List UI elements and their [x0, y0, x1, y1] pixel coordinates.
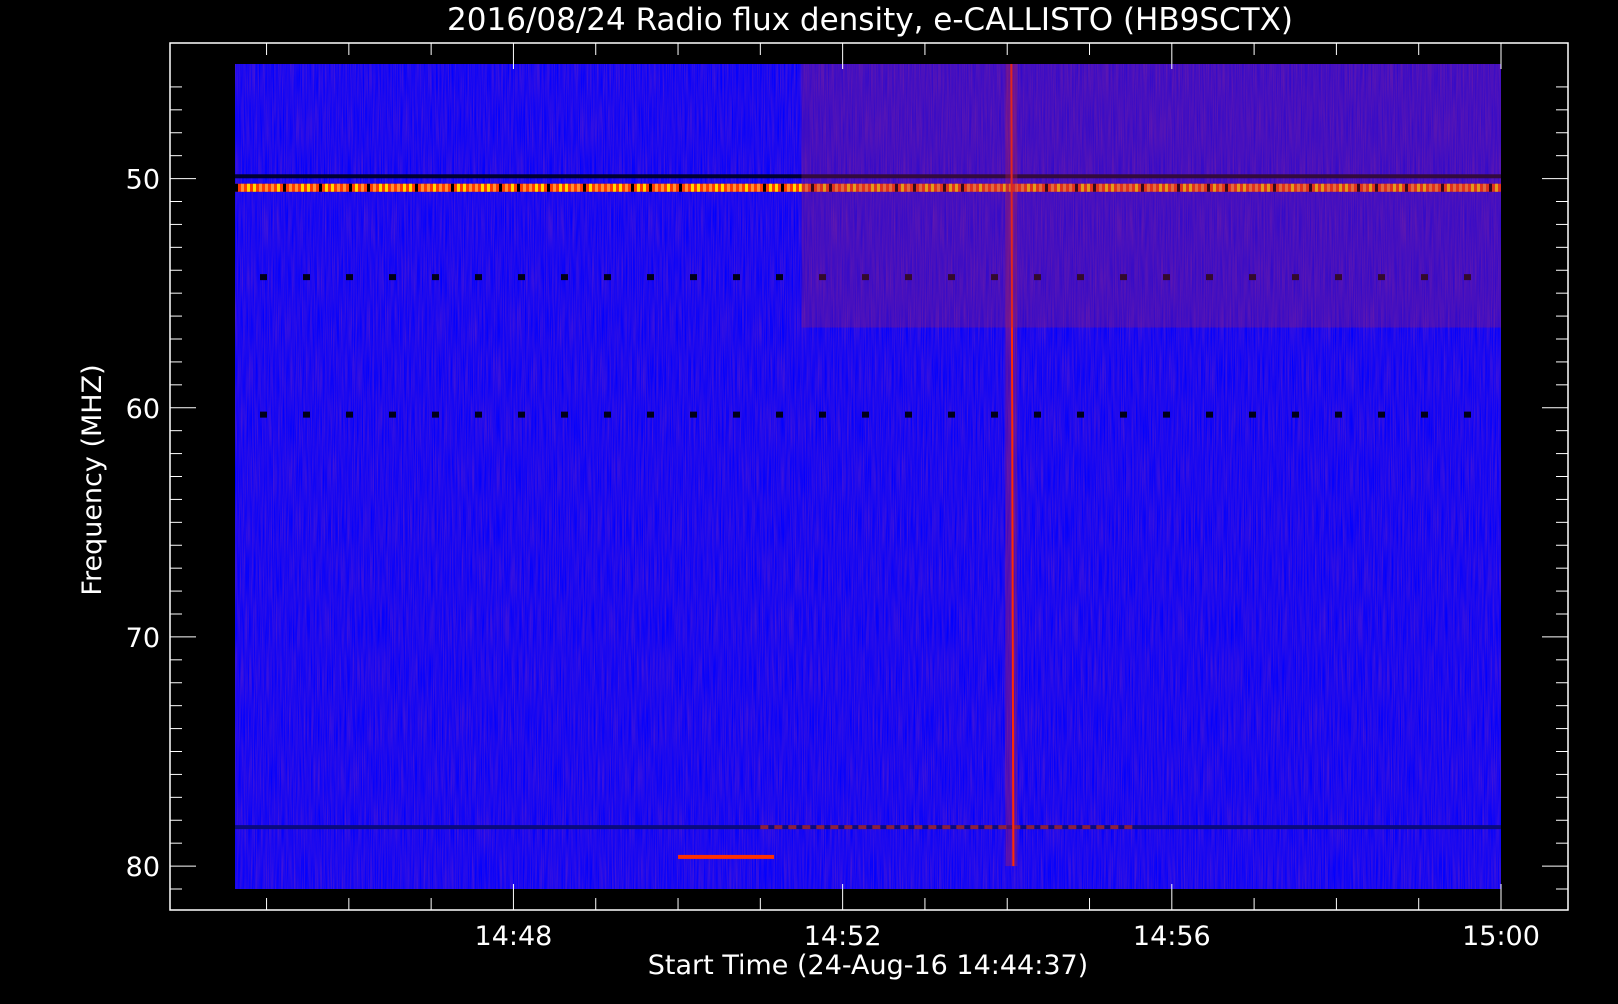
y-tick-label: 70 — [126, 623, 160, 654]
x-tick-label: 14:48 — [475, 921, 553, 952]
y-tick-label: 80 — [126, 852, 160, 883]
feature-short-segment-6 — [678, 854, 775, 859]
y-tick-label: 60 — [126, 394, 160, 425]
spectrogram-chart: 50 60 70 80 14:48 14:52 14:56 15:00 2016/08/24 … — [0, 0, 1618, 1000]
y-tick-label: 50 — [126, 165, 160, 196]
x-tick-label: 15:00 — [1462, 921, 1540, 952]
feature-background-shift-7 — [801, 64, 1501, 328]
chart-title: 2016/08/24 Radio flux density, e-CALLIST… — [447, 2, 1293, 38]
chart-svg: 50 60 70 80 14:48 14:52 14:56 15:00 2016/08/24 … — [77, 2, 1569, 981]
x-tick-label: 14:52 — [804, 921, 882, 952]
feature-horizontal-band-4 — [235, 825, 1501, 830]
x-tick-label: 14:56 — [1133, 921, 1211, 952]
x-axis-label: Start Time (24-Aug-16 14:44:37) — [648, 950, 1088, 981]
y-axis-label: Frequency (MHZ) — [77, 364, 108, 595]
